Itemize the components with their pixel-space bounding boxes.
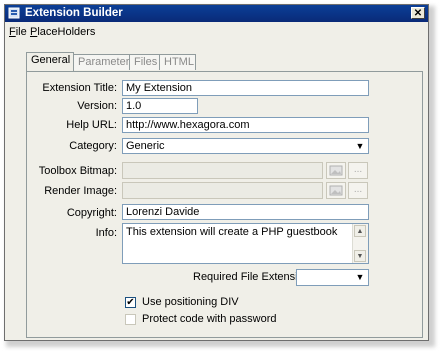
close-button[interactable]: ✕ bbox=[411, 7, 425, 19]
use-positioning-div-checkbox[interactable]: ✔ bbox=[125, 297, 136, 308]
use-positioning-div-label[interactable]: Use positioning DIV bbox=[142, 296, 239, 308]
category-value: Generic bbox=[126, 140, 165, 152]
image-icon bbox=[329, 185, 343, 196]
window-title: Extension Builder bbox=[25, 7, 123, 19]
render-image-button[interactable] bbox=[326, 182, 346, 199]
menu-bar: File PlaceHolders bbox=[5, 23, 428, 41]
toolbox-browse-button[interactable]: ... bbox=[348, 162, 368, 179]
copyright-label: Copyright: bbox=[66, 207, 117, 219]
info-text: This extension will create a PHP guestbo… bbox=[126, 226, 338, 238]
menu-file[interactable]: File bbox=[9, 26, 27, 38]
title-bar[interactable]: Extension Builder ✕ bbox=[5, 5, 428, 22]
chevron-down-icon[interactable]: ▼ bbox=[353, 271, 367, 283]
info-label: Info: bbox=[95, 227, 117, 239]
app-icon bbox=[8, 7, 20, 19]
required-file-extension-label: Required File Extension: bbox=[193, 271, 313, 283]
general-panel: Extension Title: My Extension Version: 1… bbox=[26, 71, 423, 338]
tab-files[interactable]: Files bbox=[129, 54, 160, 70]
info-scrollbar[interactable]: ▲ ▼ bbox=[352, 224, 368, 263]
required-file-extension-select[interactable]: ▼ bbox=[296, 269, 369, 286]
category-select[interactable]: Generic ▼ bbox=[122, 138, 369, 154]
info-textarea[interactable]: This extension will create a PHP guestbo… bbox=[122, 223, 369, 264]
version-field[interactable]: 1.0 bbox=[122, 98, 198, 114]
tab-general[interactable]: General bbox=[26, 52, 74, 71]
extension-title-field[interactable]: My Extension bbox=[122, 80, 369, 96]
help-url-label: Help URL: bbox=[66, 119, 117, 131]
chevron-down-icon[interactable]: ▼ bbox=[353, 140, 367, 152]
toolbox-bitmap-field[interactable] bbox=[122, 162, 323, 179]
image-icon bbox=[329, 165, 343, 176]
scroll-up-icon[interactable]: ▲ bbox=[354, 225, 366, 237]
extension-title-label: Extension Title: bbox=[42, 82, 117, 94]
version-label: Version: bbox=[77, 100, 117, 112]
tab-html[interactable]: HTML bbox=[159, 54, 196, 70]
scroll-down-icon[interactable]: ▼ bbox=[354, 250, 366, 262]
menu-placeholders[interactable]: PlaceHolders bbox=[30, 26, 95, 38]
render-image-browse-button[interactable]: ... bbox=[348, 182, 368, 199]
tab-parameters[interactable]: Parameters bbox=[73, 54, 135, 70]
category-label: Category: bbox=[69, 140, 117, 152]
copyright-field[interactable]: Lorenzi Davide bbox=[122, 204, 369, 220]
toolbox-image-button[interactable] bbox=[326, 162, 346, 179]
help-url-field[interactable]: http://www.hexagora.com bbox=[122, 117, 369, 133]
protect-code-checkbox[interactable] bbox=[125, 314, 136, 325]
protect-code-label[interactable]: Protect code with password bbox=[142, 313, 277, 325]
render-image-field[interactable] bbox=[122, 182, 323, 199]
render-image-label: Render Image: bbox=[44, 185, 117, 197]
toolbox-bitmap-label: Toolbox Bitmap: bbox=[38, 165, 117, 177]
